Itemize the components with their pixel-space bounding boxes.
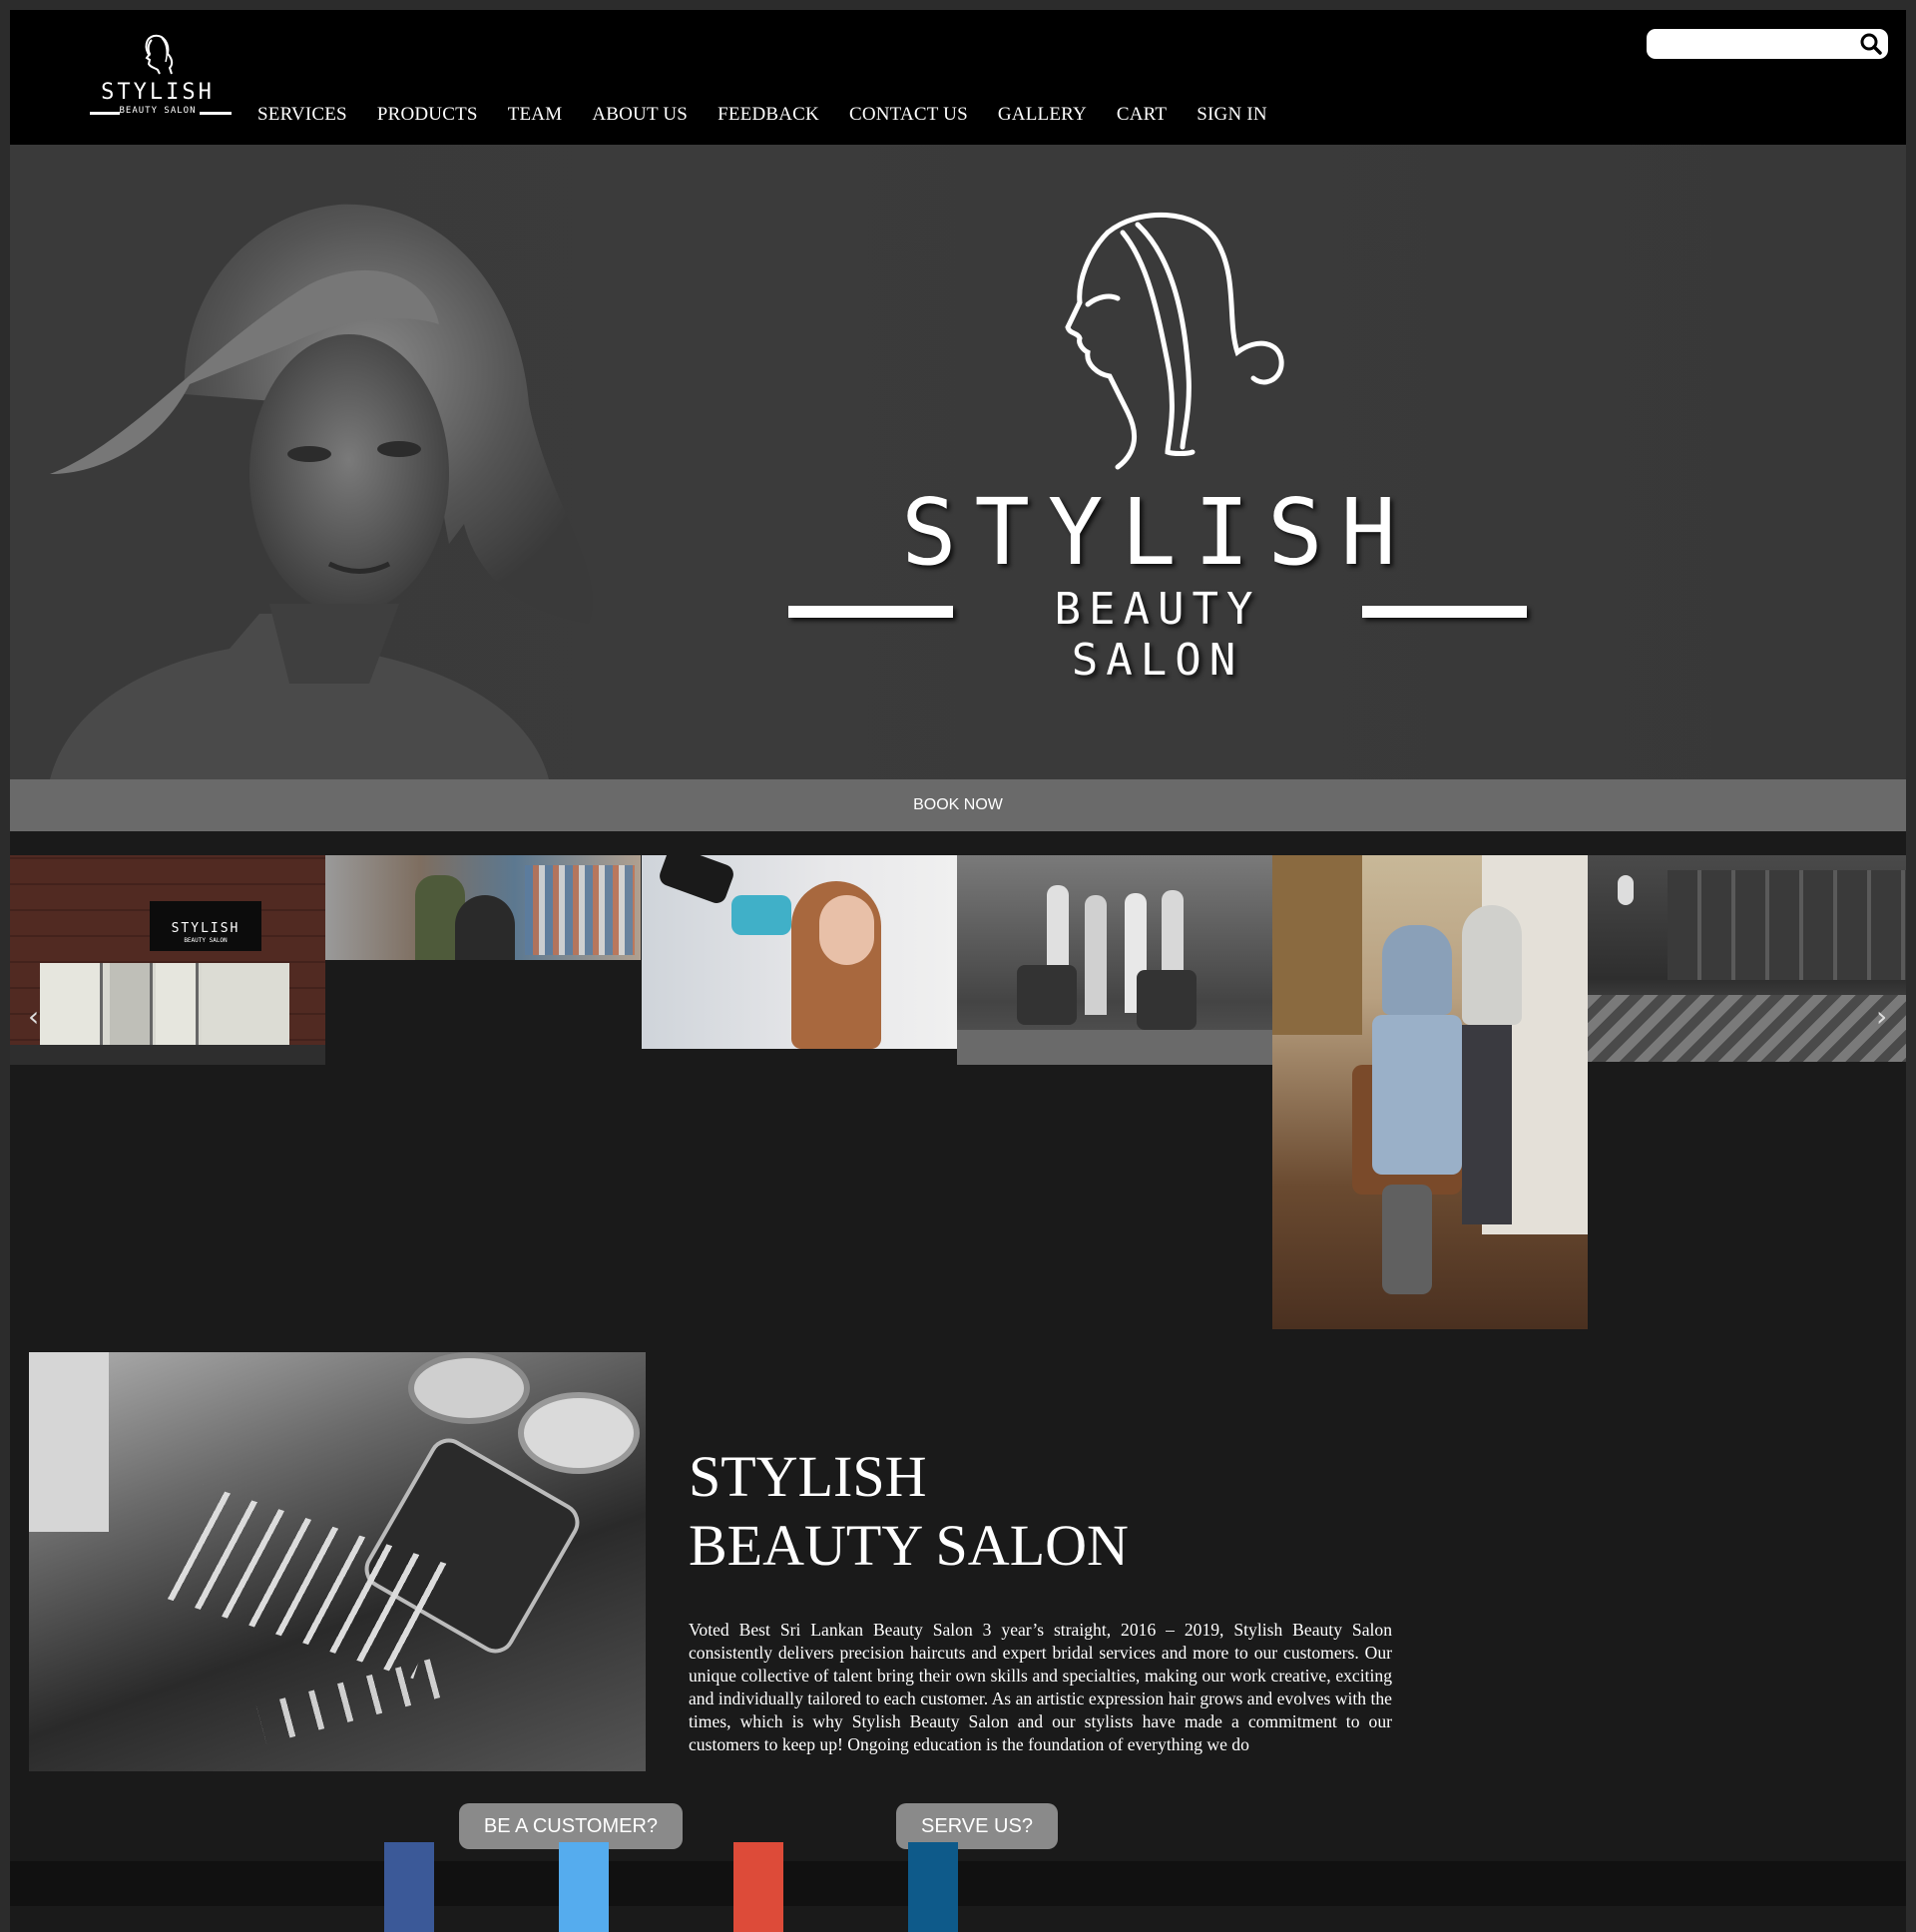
gallery-stylist-at-work[interactable]: [325, 855, 641, 960]
nav-feedback[interactable]: FEEDBACK: [718, 104, 819, 126]
top-navbar: STYLISH BEAUTY SALON SERVICES PRODUCTS T…: [10, 10, 1906, 145]
google-plus-icon[interactable]: [733, 1842, 783, 1932]
about-title-line2: BEAUTY SALON: [689, 1513, 1129, 1578]
nav-services[interactable]: SERVICES: [257, 104, 347, 126]
nav-about-us[interactable]: ABOUT US: [592, 104, 688, 126]
gallery-storefront[interactable]: STYLISH BEAUTY SALON: [10, 855, 325, 1065]
page-frame: STYLISH BEAUTY SALON SERVICES PRODUCTS T…: [10, 10, 1906, 1932]
hero-model-photo: [50, 204, 594, 779]
sign-sub: BEAUTY SALON: [184, 937, 228, 944]
gallery-prev-arrow[interactable]: ‹: [28, 1000, 39, 1033]
search-button[interactable]: [1858, 32, 1884, 56]
hero-face-icon: [1065, 212, 1284, 470]
hero-logo: STYLISH BEAUTY SALON: [788, 193, 1527, 686]
twitter-icon[interactable]: [559, 1842, 609, 1932]
logo-sub: BEAUTY SALON: [119, 106, 197, 116]
logo-brand: STYLISH: [101, 80, 215, 105]
gallery-couple-chair[interactable]: [1272, 855, 1588, 1329]
storefront-sign: STYLISH BEAUTY SALON: [150, 901, 261, 951]
nav-products[interactable]: PRODUCTS: [377, 104, 478, 126]
nav-sign-in[interactable]: SIGN IN: [1197, 104, 1267, 126]
nav-cart[interactable]: CART: [1117, 104, 1167, 126]
facebook-icon[interactable]: [384, 1842, 434, 1932]
search-box: [1647, 29, 1888, 59]
about-title: STYLISH BEAUTY SALON: [689, 1442, 1129, 1580]
logo-line-left: [90, 112, 120, 115]
logo-line-right: [200, 112, 232, 115]
nav-gallery[interactable]: GALLERY: [998, 104, 1087, 126]
footer-band: [10, 1861, 1906, 1906]
hero-brand: STYLISH: [901, 479, 1414, 586]
linkedin-icon[interactable]: [908, 1842, 958, 1932]
hero-line-right: [1362, 606, 1527, 618]
nav-contact-us[interactable]: CONTACT US: [849, 104, 968, 126]
about-title-line1: STYLISH: [689, 1444, 927, 1509]
gallery-hair-drying[interactable]: [642, 855, 957, 1049]
about-tools-photo: [29, 1352, 646, 1771]
search-input[interactable]: [1655, 33, 1848, 57]
sign-brand: STYLISH: [171, 921, 240, 936]
gallery-salon-interior[interactable]: [1588, 855, 1906, 1062]
hero-sub-wrap: BEAUTY SALON: [788, 584, 1527, 686]
main-nav: SERVICES PRODUCTS TEAM ABOUT US FEEDBACK…: [257, 104, 1297, 126]
hero-banner: STYLISH BEAUTY SALON: [10, 145, 1906, 779]
site-logo[interactable]: STYLISH BEAUTY SALON: [78, 30, 238, 130]
storefront-windows: [40, 963, 289, 1045]
gallery-barber-team[interactable]: [957, 855, 1272, 1065]
nav-team[interactable]: TEAM: [508, 104, 563, 126]
about-description: Voted Best Sri Lankan Beauty Salon 3 yea…: [689, 1620, 1392, 1754]
hero-sub: BEAUTY SALON: [1054, 584, 1261, 686]
search-icon: [1860, 33, 1882, 55]
book-now-button[interactable]: BOOK NOW: [10, 779, 1906, 831]
hero-line-left: [788, 606, 953, 618]
gallery-next-arrow[interactable]: ›: [1876, 1000, 1887, 1033]
